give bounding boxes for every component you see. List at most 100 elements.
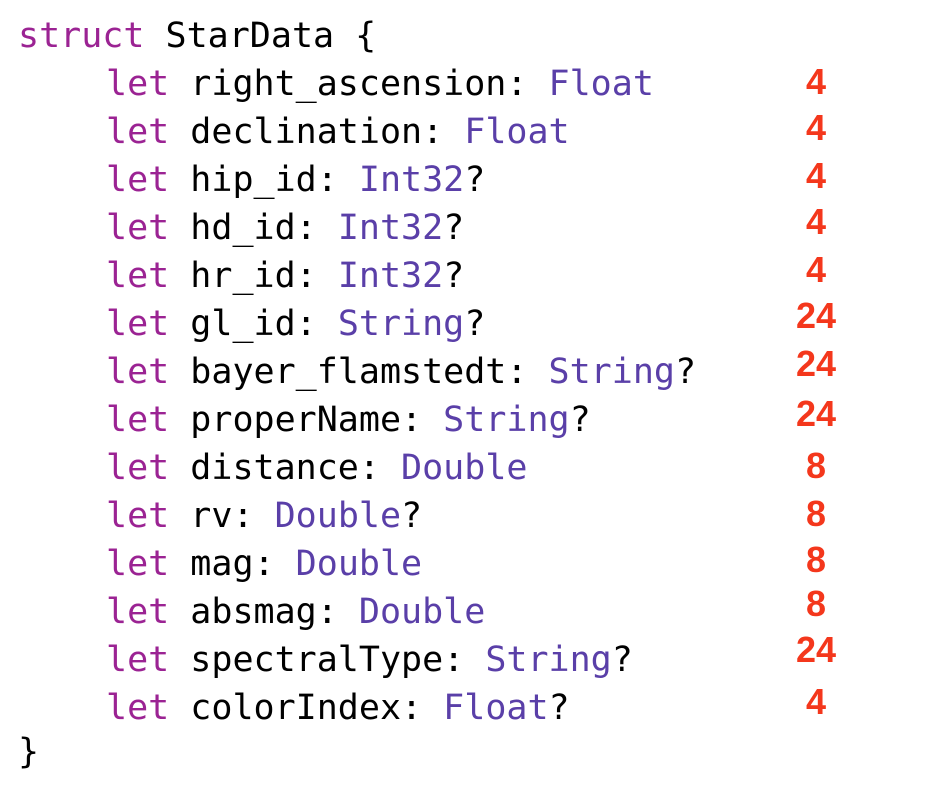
field-keyword: let [106,160,170,200]
field-name: gl_id [190,304,296,344]
optional-marker: ? [464,160,486,200]
field-line: let bayer_flamstedt: String? [18,348,696,396]
field-type: Double [295,544,423,584]
field-keyword: let [106,304,170,344]
field-type: Float [464,112,570,152]
field-colon: : [422,112,465,152]
field-keyword: let [106,544,170,584]
field-line: let right_ascension: Float [18,60,654,108]
closing-brace-line: } [18,728,39,776]
field-type: Double [274,496,402,536]
byte-size-annotation: 8 [805,539,827,580]
struct-keyword: struct [18,16,145,56]
byte-size-annotation: 4 [805,155,827,196]
field-name: colorIndex [190,688,402,728]
byte-size-annotation: 4 [805,201,827,242]
field-keyword: let [106,640,170,680]
field-type: Double [401,448,528,488]
field-name: absmag [190,592,317,632]
field-keyword: let [106,592,170,632]
byte-size-annotation: 8 [805,445,827,486]
field-type: Int32 [358,160,465,200]
field-line: let gl_id: String? [18,300,485,348]
field-line: let distance: Double [18,444,527,492]
byte-size-annotation: 4 [805,681,827,722]
field-keyword: let [106,208,170,248]
byte-size-annotation: 4 [805,107,827,148]
field-colon: : [316,160,359,200]
field-name: spectralType [190,640,444,680]
field-colon: : [232,496,275,536]
byte-size-annotation: 4 [805,61,827,102]
field-keyword: let [106,64,170,104]
field-type: String [548,352,675,392]
optional-marker: ? [611,640,633,680]
field-line: let declination: Float [18,108,570,156]
open-brace: { [355,16,377,56]
field-line: let hr_id: Int32? [18,252,464,300]
field-name: hip_id [190,160,317,200]
field-keyword: let [106,496,170,536]
close-brace: } [18,732,40,772]
byte-size-annotation: 24 [795,629,837,670]
field-type: String [485,640,612,680]
field-type: Int32 [337,256,444,296]
struct-declaration-line: struct StarData { [18,12,376,60]
optional-marker: ? [548,688,570,728]
field-name: bayer_flamstedt [190,352,507,392]
byte-size-annotation: 24 [795,343,837,384]
field-name: declination [190,112,423,152]
field-colon: : [358,448,402,488]
optional-marker: ? [443,256,465,296]
field-line: let spectralType: String? [18,636,633,684]
field-name: right_ascension [190,64,507,104]
field-line: let absmag: Double [18,588,485,636]
field-colon: : [316,592,359,632]
field-line: let hd_id: Int32? [18,204,464,252]
byte-size-annotation: 8 [805,493,827,534]
field-colon: : [443,640,486,680]
field-line: let colorIndex: Float? [18,684,570,732]
field-type: String [443,400,570,440]
field-colon: : [506,352,549,392]
optional-marker: ? [443,208,465,248]
field-colon: : [401,400,444,440]
field-type: Float [443,688,549,728]
field-name: rv [190,496,233,536]
field-keyword: let [106,400,170,440]
field-keyword: let [106,352,170,392]
field-colon: : [295,256,338,296]
field-name: hr_id [190,256,296,296]
field-keyword: let [106,112,170,152]
struct-name: StarData [165,16,335,56]
field-line: let hip_id: Int32? [18,156,485,204]
field-type: Double [358,592,486,632]
field-colon: : [401,688,444,728]
field-name: mag [190,544,254,584]
code-listing: struct StarData { let right_ascension: F… [0,0,930,790]
field-name: hd_id [190,208,296,248]
byte-size-annotation: 24 [795,393,837,434]
optional-marker: ? [464,304,486,344]
field-colon: : [253,544,296,584]
optional-marker: ? [401,496,423,536]
field-name: properName [190,400,402,440]
field-line: let rv: Double? [18,492,422,540]
field-line: let properName: String? [18,396,591,444]
field-line: let mag: Double [18,540,422,588]
field-type: String [337,304,465,344]
field-keyword: let [106,448,170,488]
field-type: Int32 [337,208,444,248]
field-colon: : [295,208,338,248]
field-colon: : [506,64,549,104]
optional-marker: ? [569,400,591,440]
field-colon: : [295,304,338,344]
field-keyword: let [106,688,170,728]
byte-size-annotation: 24 [795,295,837,336]
field-keyword: let [106,256,170,296]
field-type: Float [548,64,654,104]
byte-size-annotation: 4 [805,249,827,290]
byte-size-annotation: 8 [805,583,827,624]
optional-marker: ? [674,352,697,392]
field-name: distance [190,448,359,488]
